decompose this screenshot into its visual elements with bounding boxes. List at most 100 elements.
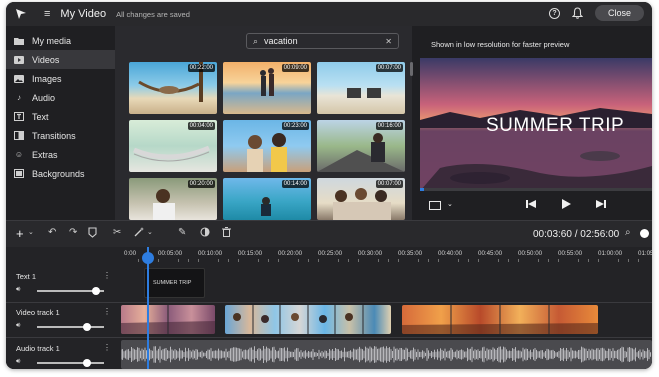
pencil-icon[interactable]: ✎ (178, 227, 186, 238)
video-clip[interactable] (402, 305, 598, 334)
sidebar-item-transitions[interactable]: Transitions (6, 126, 115, 145)
sidebar-item-audio[interactable]: ♪ Audio (6, 88, 115, 107)
timeline-toolbar: + ⌄ ↶ ↷ ✂ ⌄ ✎ 00:03:60 / 02:56:00 ⌕ (6, 220, 652, 247)
volume-control[interactable]: 🔊︎ (16, 358, 111, 368)
video-clip[interactable] (121, 305, 215, 334)
marker-icon[interactable] (88, 227, 97, 241)
ruler-label: 00:50:00 (518, 250, 543, 257)
bell-icon[interactable] (571, 7, 583, 19)
undo-icon[interactable]: ↶ (48, 227, 56, 238)
volume-slider[interactable] (37, 359, 104, 367)
video-thumbnail[interactable]: 00:07:00 (317, 62, 405, 114)
track-header-audio-1: Audio track 1 ⋮ 🔊︎ (16, 343, 111, 367)
duration-badge: 00:20:00 (187, 180, 215, 188)
close-button[interactable]: Close (594, 5, 644, 21)
chevron-down-icon[interactable]: ⌄ (147, 228, 153, 236)
more-options-icon[interactable]: ⋮ (103, 271, 111, 280)
duration-badge: 00:04:00 (187, 122, 215, 130)
app-logo-icon[interactable] (14, 7, 28, 21)
search-input[interactable]: ⌕ vacation ✕ (246, 33, 399, 49)
volume-knob[interactable] (83, 323, 92, 331)
redo-icon[interactable]: ↷ (69, 227, 77, 238)
add-icon[interactable]: + (16, 226, 24, 241)
ruler-tick (618, 259, 619, 262)
ruler-tick (388, 259, 389, 262)
video-thumbnail[interactable]: 00:22:00 (129, 62, 217, 114)
volume-control[interactable]: 🔊︎ (16, 286, 111, 296)
library-scrollbar[interactable] (410, 62, 413, 76)
volume-knob[interactable] (91, 287, 100, 295)
ruler-label: 00:45:00 (478, 250, 503, 257)
volume-control[interactable]: 🔊︎ (16, 322, 111, 332)
preview-progress-bar[interactable] (420, 188, 652, 191)
duration-badge: 00:14:00 (281, 180, 309, 188)
chevron-down-icon[interactable]: ⌄ (28, 228, 34, 236)
video-thumbnail[interactable]: 00:04:00 (129, 120, 217, 172)
sidebar-item-images[interactable]: Images (6, 69, 115, 88)
track-name[interactable]: Text 1 (16, 272, 36, 281)
color-drop-icon[interactable] (200, 227, 210, 240)
image-icon (14, 74, 24, 83)
sidebar-item-videos[interactable]: Videos (6, 50, 115, 69)
play-icon[interactable] (561, 199, 571, 212)
speaker-icon[interactable]: 🔊︎ (16, 286, 20, 294)
ruler-tick (478, 259, 479, 262)
magic-wand-icon[interactable] (134, 227, 144, 240)
project-title[interactable]: My Video (60, 8, 106, 20)
sidebar-item-extras[interactable]: ☺ Extras (6, 145, 115, 164)
playhead[interactable] (147, 247, 149, 369)
track-name[interactable]: Video track 1 (16, 308, 60, 317)
ruler-tick (438, 259, 439, 262)
more-options-icon[interactable]: ⋮ (103, 307, 111, 316)
speaker-icon[interactable]: 🔊︎ (16, 358, 20, 366)
skip-back-icon[interactable] (526, 199, 536, 212)
top-right-controls: ? Close (548, 5, 644, 21)
chevron-down-icon[interactable]: ⌄ (447, 200, 453, 208)
zoom-slider-knob[interactable] (640, 229, 649, 238)
scissors-icon[interactable]: ✂ (113, 227, 121, 238)
skip-forward-icon[interactable] (596, 199, 606, 212)
sidebar-item-my-media[interactable]: My media (6, 31, 115, 50)
sidebar-item-backgrounds[interactable]: Backgrounds (6, 164, 115, 183)
video-thumbnail[interactable]: 00:16:00 (317, 120, 405, 172)
help-icon[interactable]: ? (548, 7, 560, 19)
ruler-label: 00:05:00 (158, 250, 183, 257)
track-name[interactable]: Audio track 1 (16, 344, 60, 353)
volume-slider[interactable] (37, 323, 104, 331)
trash-icon[interactable] (222, 227, 231, 240)
video-thumbnail[interactable]: 00:07:00 (317, 178, 405, 220)
search-icon: ⌕ (253, 35, 259, 46)
ruler-tick (158, 259, 159, 262)
video-clip[interactable] (225, 305, 391, 334)
sidebar-item-label: Videos (32, 54, 60, 65)
ruler-tick (498, 259, 499, 262)
video-thumbnail[interactable]: 00:23:00 (223, 120, 311, 172)
clear-search-icon[interactable]: ✕ (385, 37, 392, 46)
ruler-tick (308, 259, 309, 262)
ruler-tick (428, 259, 429, 262)
duration-badge: 00:23:00 (281, 122, 309, 130)
video-thumbnail[interactable]: 00:14:00 (223, 178, 311, 220)
audio-clip[interactable] (121, 340, 652, 369)
sidebar-item-text[interactable]: Text (6, 107, 115, 126)
aspect-ratio-icon[interactable] (429, 201, 441, 213)
volume-knob[interactable] (83, 359, 92, 367)
sidebar-item-label: Text (32, 111, 49, 122)
video-thumbnail[interactable]: 00:20:00 (129, 178, 217, 220)
more-options-icon[interactable]: ⋮ (103, 343, 111, 352)
ruler-label: 00:35:00 (398, 250, 423, 257)
volume-slider[interactable] (37, 287, 104, 295)
top-bar: ≡ My Video All changes are saved ? Close (6, 2, 652, 26)
video-thumbnail[interactable]: 00:09:00 (223, 62, 311, 114)
menu-icon[interactable]: ≡ (44, 8, 50, 20)
text-clip[interactable]: SUMMER TRIP (144, 268, 205, 298)
ruler-tick (508, 259, 509, 262)
video-icon (14, 55, 24, 64)
preview-video[interactable]: SUMMER TRIP (420, 58, 652, 191)
playhead-handle[interactable] (142, 252, 154, 264)
speaker-icon[interactable]: 🔊︎ (16, 322, 20, 330)
time-ruler[interactable]: 0:00 00:05:00 00:10:00 00:15:00 00:20:00 00:2… (116, 247, 652, 263)
ruler-tick (458, 259, 459, 262)
ruler-tick (318, 259, 319, 262)
zoom-icon[interactable]: ⌕ (625, 227, 631, 238)
